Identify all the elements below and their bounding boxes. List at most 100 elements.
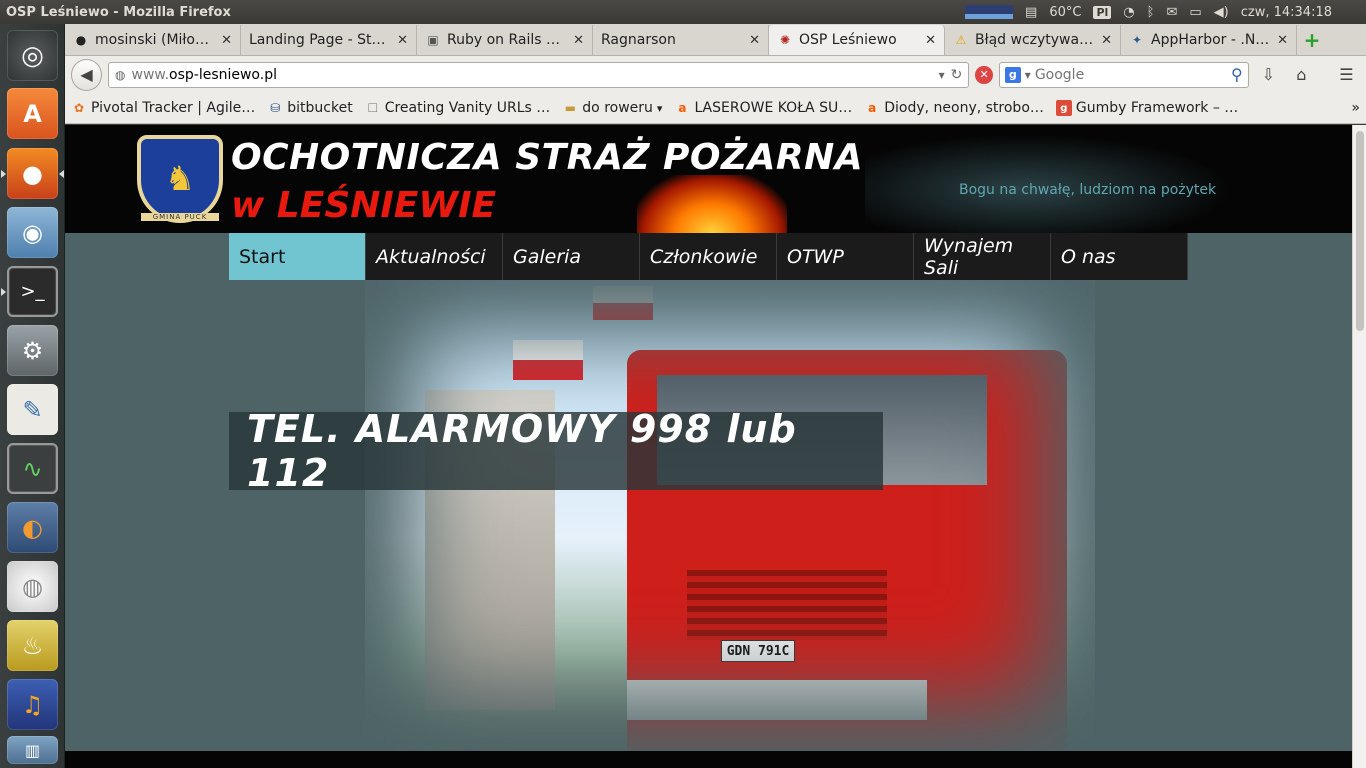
ubuntu-dash-icon[interactable]: ◎ xyxy=(7,30,58,81)
bitbucket-icon: ⛁ xyxy=(270,101,281,115)
navigation-toolbar: ◀ ◍ www.osp-lesniewo.pl ▾ ↻ ✕ g ▾ ⚲ ⇩ ⌂ … xyxy=(65,56,1366,93)
site-title: OCHOTNICZA STRAŻ POŻARNA xyxy=(231,137,864,178)
firefox-window: ● mosinski (Miło… ✕ Landing Page - Sta… … xyxy=(65,24,1366,768)
search-input[interactable] xyxy=(1034,66,1228,83)
window-title: OSP Leśniewo - Mozilla Firefox xyxy=(6,4,231,20)
tab-label: Ruby on Rails d… xyxy=(447,32,568,48)
wifi-icon[interactable]: ◔ xyxy=(1123,5,1134,20)
main-menu: Start Aktualności Galeria Członkowie OTW… xyxy=(229,233,1188,280)
folder-icon: ▬ xyxy=(564,101,576,115)
close-icon[interactable]: ✕ xyxy=(221,33,232,48)
bookmark-vanity-urls[interactable]: ☐ Creating Vanity URLs … xyxy=(365,100,551,116)
audacity-icon[interactable]: ♫ xyxy=(7,679,58,730)
search-icon[interactable]: ⚲ xyxy=(1231,65,1243,84)
engine-dropdown-icon[interactable]: ▾ xyxy=(1025,68,1031,82)
blender-icon[interactable]: ◐ xyxy=(7,502,58,553)
software-center-icon[interactable]: A xyxy=(7,88,58,139)
bookmark-gumby-framework[interactable]: g Gumby Framework – … xyxy=(1055,100,1239,116)
menu-item-wynajem-sali[interactable]: Wynajem Sali xyxy=(914,233,1051,280)
menu-item-start[interactable]: Start xyxy=(229,233,366,280)
temperature-label: 60°C xyxy=(1049,4,1082,20)
tab-label: Landing Page - Sta… xyxy=(249,32,392,48)
tab-landing-page[interactable]: Landing Page - Sta… ✕ xyxy=(241,25,417,55)
system-monitor-icon[interactable]: ∿ xyxy=(7,443,58,494)
text-editor-icon[interactable]: ✎ xyxy=(7,384,58,435)
cpu-icon[interactable]: ▤ xyxy=(1025,5,1037,20)
terminal-icon[interactable]: >_ xyxy=(7,266,58,317)
menu-icon[interactable]: ☰ xyxy=(1333,61,1360,89)
bookmark-label: Gumby Framework – … xyxy=(1075,100,1239,116)
history-dropdown-icon[interactable]: ▾ xyxy=(939,68,945,82)
bookmark-label: Creating Vanity URLs … xyxy=(384,100,551,116)
trash-icon[interactable]: ▥ xyxy=(7,736,58,764)
bookmark-label: Diody, neony, strobo… xyxy=(884,100,1044,116)
url-text[interactable]: www.osp-lesniewo.pl xyxy=(132,67,933,83)
bluetooth-icon[interactable]: ᛒ xyxy=(1147,5,1155,20)
chevron-right-icon[interactable]: » xyxy=(1351,100,1366,116)
page-viewport: ♞ GMINA PUCK OCHOTNICZA STRAŻ POŻARNA w … xyxy=(65,125,1352,768)
back-button[interactable]: ◀ xyxy=(71,58,103,91)
new-tab-button[interactable]: + xyxy=(1297,25,1327,55)
close-icon[interactable]: ✕ xyxy=(1101,33,1112,48)
bookmark-diody-neony[interactable]: a Diody, neony, strobo… xyxy=(864,100,1044,116)
adblock-icon[interactable]: ✕ xyxy=(975,65,993,84)
volleyball-icon[interactable]: ◍ xyxy=(7,561,58,612)
tab-blad-wczytywania[interactable]: ⚠ Błąd wczytywa… ✕ xyxy=(945,25,1121,55)
bookmark-folder-do-roweru[interactable]: ▬ do roweru ▾ xyxy=(562,100,663,116)
volume-icon[interactable]: ◀) xyxy=(1214,5,1229,20)
close-icon[interactable]: ✕ xyxy=(749,33,760,48)
url-bar[interactable]: ◍ www.osp-lesniewo.pl ▾ ↻ xyxy=(108,61,970,88)
page-icon: ▣ xyxy=(427,33,439,47)
tab-mosinski[interactable]: ● mosinski (Miło… ✕ xyxy=(65,25,241,55)
downloads-icon[interactable]: ⇩ xyxy=(1255,61,1282,89)
hero-image: GDN 791C xyxy=(365,280,1095,750)
chevron-down-icon: ▾ xyxy=(656,101,663,115)
reload-icon[interactable]: ↻ xyxy=(951,67,963,83)
alarm-banner: TEL. ALARMOWY 998 lub 112 xyxy=(229,407,883,495)
menu-item-o-nas[interactable]: O nas xyxy=(1051,233,1188,280)
chromium-icon[interactable]: ◉ xyxy=(7,207,58,258)
menu-item-czlonkowie[interactable]: Członkowie xyxy=(640,233,777,280)
network-graph-icon[interactable] xyxy=(965,5,1014,19)
tab-label: Błąd wczytywa… xyxy=(975,32,1094,48)
bookmark-bitbucket[interactable]: ⛁ bitbucket xyxy=(267,100,352,116)
tab-appharbor[interactable]: ✦ AppHarbor - .N… ✕ xyxy=(1121,25,1297,55)
appharbor-icon: ✦ xyxy=(1131,33,1143,47)
page-scrollbar[interactable] xyxy=(1352,125,1366,768)
page-footer-strip xyxy=(65,751,1352,768)
tab-label: mosinski (Miło… xyxy=(95,32,209,48)
clock[interactable]: czw, 14:34:18 xyxy=(1241,5,1332,20)
menu-item-aktualnosci[interactable]: Aktualności xyxy=(366,233,503,280)
search-bar[interactable]: g ▾ ⚲ xyxy=(998,61,1249,88)
page-icon: ☐ xyxy=(367,101,379,115)
indicator-area: ▤ 60°C Pl ◔ ᛒ ✉ ▭ ◀) czw, 14:34:18 xyxy=(965,5,1366,20)
close-icon[interactable]: ✕ xyxy=(397,33,408,48)
close-icon[interactable]: ✕ xyxy=(573,33,584,48)
close-icon[interactable]: ✕ xyxy=(925,33,936,48)
menu-item-galeria[interactable]: Galeria xyxy=(503,233,640,280)
url-host: osp-lesniewo.pl xyxy=(169,66,277,83)
crest-logo[interactable]: ♞ GMINA PUCK xyxy=(137,135,223,223)
firefox-icon[interactable]: ● xyxy=(7,148,58,199)
battery-icon[interactable]: ▭ xyxy=(1189,5,1201,20)
bookmark-label: bitbucket xyxy=(287,100,353,116)
scrollbar-thumb[interactable] xyxy=(1356,131,1364,331)
tab-ruby-on-rails[interactable]: ▣ Ruby on Rails d… ✕ xyxy=(417,25,593,55)
system-settings-icon[interactable]: ⚙ xyxy=(7,325,58,376)
hero-vignette xyxy=(365,280,1095,750)
bookmark-laserowe-kola[interactable]: a LASEROWE KOŁA SU… xyxy=(674,100,852,116)
teapot-icon[interactable]: ♨ xyxy=(7,620,58,671)
bookmark-pivotal-tracker[interactable]: ✿ Pivotal Tracker | Agile… xyxy=(71,100,255,116)
tab-osp-lesniewo[interactable]: ✺ OSP Leśniewo ✕ xyxy=(769,25,945,55)
close-icon[interactable]: ✕ xyxy=(1277,33,1288,48)
water-splash-decoration xyxy=(865,125,1265,233)
top-panel: OSP Leśniewo - Mozilla Firefox ▤ 60°C Pl… xyxy=(0,0,1366,24)
bookmark-label: Pivotal Tracker | Agile… xyxy=(91,100,256,116)
home-icon[interactable]: ⌂ xyxy=(1288,61,1315,89)
menu-item-otwp[interactable]: OTWP xyxy=(777,233,914,280)
url-prefix: www. xyxy=(131,66,170,83)
pivotal-icon: ✿ xyxy=(73,101,85,115)
mail-icon[interactable]: ✉ xyxy=(1166,5,1177,20)
keyboard-layout-indicator[interactable]: Pl xyxy=(1093,5,1112,19)
tab-ragnarson[interactable]: Ragnarson ✕ xyxy=(593,25,769,55)
